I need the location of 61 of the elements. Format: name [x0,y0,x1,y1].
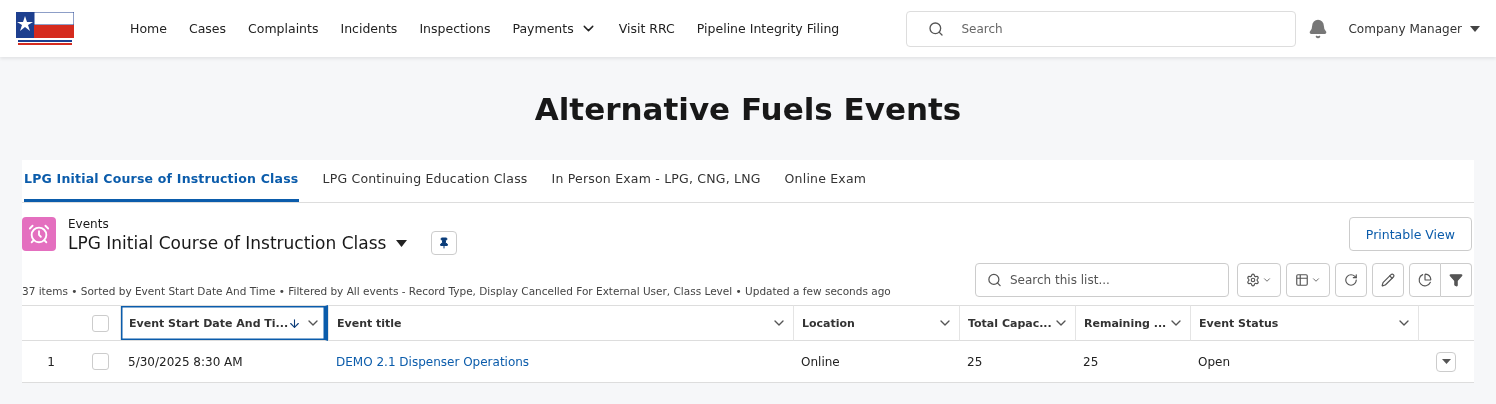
column-header[interactable]: Location [793,305,959,341]
caret-icon [1441,359,1451,364]
nav-link[interactable]: Home [130,20,167,37]
pie-chart-icon [1418,273,1432,287]
settings-button[interactable] [1237,263,1281,297]
gear-icon [1246,273,1260,287]
chart-button[interactable] [1409,263,1441,297]
row-action-button[interactable] [1436,351,1456,372]
header-background [1418,305,1474,341]
list-summary: 37 items • Sorted by Event Start Date And Time • Filtered by All events - Record Type, Display Cancelled For External User, Class Level • Updated a few seconds ago [22,285,891,297]
caret-icon [1311,275,1321,285]
filter-icon [1449,273,1463,287]
list-search-field[interactable]: Search this list... [975,263,1229,297]
logo-icon [16,11,74,46]
search-field[interactable]: Search [906,10,1297,47]
caret-icon [1262,275,1272,285]
page-title: Alternative Fuels Events [533,90,963,129]
object-label: Events [68,217,110,231]
table-cell: Open [1190,341,1418,383]
tab[interactable]: LPG Initial Course of Instruction Class [24,160,299,202]
refresh-icon [1344,273,1358,287]
tab[interactable]: LPG Continuing Education Class [322,160,528,202]
pencil-icon [1381,273,1395,287]
nav-link[interactable]: Pipeline Integrity Filing [696,20,840,37]
bell-icon[interactable] [1308,18,1329,39]
sort-arrow-icon [288,316,302,330]
nav-link[interactable]: Visit RRC [618,20,675,37]
event-title-link[interactable]: DEMO 2.1 Dispenser Operations [336,354,530,369]
refresh-button[interactable] [1335,263,1367,297]
column-header[interactable]: Event title [328,305,793,341]
nav-link[interactable]: Cases [188,20,227,37]
column-header[interactable]: Event Status [1190,305,1418,341]
pin-button[interactable] [431,231,458,255]
table-cell: Online [793,341,959,383]
nav-link[interactable]: Inspections [419,20,491,37]
row-number: 1 [22,341,80,383]
column-header[interactable]: Event Start Date And Ti... [120,305,328,341]
select-all-checkbox[interactable] [91,314,109,332]
nav-link[interactable]: Complaints [248,20,319,37]
nav-link[interactable]: Incidents [340,20,398,37]
search-icon [928,20,945,37]
user-name[interactable]: Company Manager [1348,21,1462,36]
caret-icon[interactable] [1470,25,1480,32]
list-view-name[interactable]: LPG Initial Course of Instruction Class [68,233,387,253]
column-header[interactable]: Total Capac... [959,305,1075,341]
column-header[interactable]: Remaining ... [1075,305,1190,341]
table-icon [1295,273,1309,287]
pin-icon [438,237,451,249]
tab[interactable]: In Person Exam - LPG, CNG, LNG [551,160,761,202]
nav-link[interactable]: Payments [512,20,597,37]
edit-button[interactable] [1372,263,1404,297]
tab[interactable]: Online Exam [784,160,867,202]
filter-button[interactable] [1441,263,1472,297]
printable-view-button[interactable]: Printable View [1348,217,1472,251]
search-icon [987,272,1002,288]
table-cell: 25 [1075,341,1190,383]
row-checkbox[interactable] [91,353,109,370]
table-view-button[interactable] [1286,263,1330,297]
table-cell: 25 [959,341,1075,383]
table-cell: 5/30/2025 8:30 AM [120,341,328,383]
caret-icon[interactable] [396,239,408,247]
